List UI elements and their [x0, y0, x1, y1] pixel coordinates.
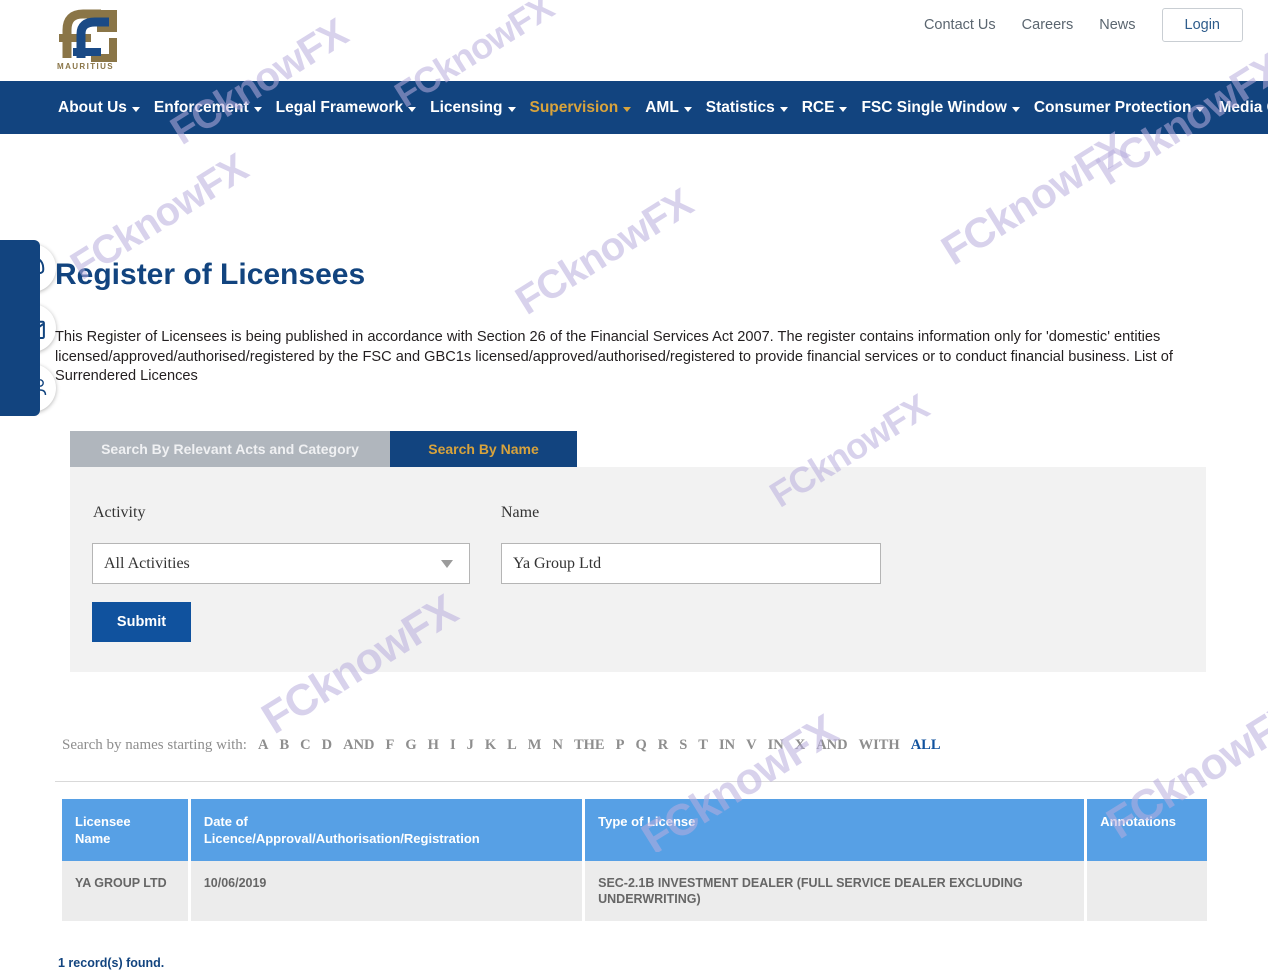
chevron-down-icon: [839, 107, 847, 112]
watermark-text: FCknowFX: [508, 181, 700, 324]
chevron-down-icon: [684, 107, 692, 112]
cell-annotations: [1087, 861, 1207, 921]
table-row[interactable]: YA GROUP LTD 10/06/2019 SEC-2.1B INVESTM…: [62, 861, 1207, 921]
nav-item-supervision[interactable]: Supervision: [530, 99, 632, 117]
tab-search-by-name[interactable]: Search By Name: [390, 431, 577, 467]
alpha-letter-g[interactable]: G: [405, 737, 416, 753]
top-link-careers[interactable]: Careers: [1022, 17, 1074, 33]
nav-item-label: Consumer Protection: [1034, 99, 1192, 117]
nav-item-legal-framework[interactable]: Legal Framework: [276, 99, 417, 117]
nav-item-about-us[interactable]: About Us: [58, 99, 140, 117]
intro-line-1: This Register of Licensees is being publ…: [55, 329, 1160, 345]
intro-paragraph: This Register of Licensees is being publ…: [55, 328, 1195, 387]
alpha-letter-c[interactable]: C: [300, 737, 310, 753]
alphabet-filter-label: Search by names starting with:: [62, 737, 247, 754]
nav-item-label: About Us: [58, 99, 127, 117]
intro-line-2: licensed/approved/authorised/registered …: [55, 349, 1130, 365]
activity-select[interactable]: All Activities: [92, 543, 470, 584]
cell-type-of-license: SEC-2.1B INVESTMENT DEALER (FULL SERVICE…: [585, 861, 1084, 921]
alpha-letter-q[interactable]: Q: [635, 737, 646, 753]
nav-item-label: Supervision: [530, 99, 619, 117]
alpha-letter-v[interactable]: V: [746, 737, 756, 753]
chevron-down-icon: [441, 560, 453, 568]
nav-item-aml[interactable]: AML: [645, 99, 692, 117]
watermark-text: FCknowFX: [933, 123, 1136, 274]
alpha-letter-and[interactable]: AND: [816, 737, 847, 753]
alpha-letter-d[interactable]: D: [322, 737, 332, 753]
alphabet-letters: ABCD AND FGHIJKLMN THE PQRST IN V IN X AND WITH: [258, 737, 911, 754]
nav-item-consumer-protection[interactable]: Consumer Protection: [1034, 99, 1205, 117]
chevron-down-icon: [254, 107, 262, 112]
alpha-letter-l[interactable]: L: [507, 737, 517, 753]
alpha-letter-a[interactable]: A: [258, 737, 268, 753]
activity-label: Activity: [93, 504, 145, 522]
chevron-down-icon: [623, 107, 631, 112]
nav-item-label: Legal Framework: [276, 99, 404, 117]
alpha-letter-k[interactable]: K: [485, 737, 496, 753]
alpha-letter-t[interactable]: T: [698, 737, 708, 753]
record-count: 1 record(s) found.: [58, 956, 164, 970]
alpha-letter-p[interactable]: P: [616, 737, 625, 753]
alpha-letter-and[interactable]: AND: [343, 737, 374, 753]
alpha-letter-b[interactable]: B: [279, 737, 289, 753]
alpha-letter-f[interactable]: F: [386, 737, 395, 753]
chevron-down-icon: [1012, 107, 1020, 112]
nav-item-enforcement[interactable]: Enforcement: [154, 99, 262, 117]
chevron-down-icon: [780, 107, 788, 112]
alpha-letter-in[interactable]: IN: [768, 737, 784, 753]
logo-caption: MAURITIUS: [57, 62, 114, 71]
nav-item-label: Statistics: [706, 99, 775, 117]
alpha-letter-i[interactable]: I: [450, 737, 456, 753]
nav-item-label: AML: [645, 99, 679, 117]
chevron-down-icon: [408, 107, 416, 112]
nav-item-fsc-single-window[interactable]: FSC Single Window: [861, 99, 1019, 117]
alpha-letter-with[interactable]: WITH: [859, 737, 900, 753]
alphabet-filter: Search by names starting with: ABCD AND FG…: [62, 737, 952, 754]
alpha-letter-the[interactable]: THE: [574, 737, 605, 753]
site-header: MAURITIUS Contact Us Careers News Login: [0, 0, 1268, 81]
nav-item-statistics[interactable]: Statistics: [706, 99, 788, 117]
alpha-letter-in[interactable]: IN: [719, 737, 735, 753]
divider: [55, 781, 1205, 782]
alpha-letter-all[interactable]: ALL: [911, 737, 941, 754]
alpha-letter-h[interactable]: H: [428, 737, 439, 753]
chevron-down-icon: [1196, 107, 1204, 112]
alpha-letter-j[interactable]: J: [467, 737, 474, 753]
alpha-letter-m[interactable]: M: [528, 737, 542, 753]
name-label: Name: [501, 504, 539, 522]
nav-item-media-corner[interactable]: Media Corner: [1218, 99, 1268, 117]
results-table: LicenseeName Date ofLicence/Approval/Aut…: [62, 799, 1207, 921]
nav-item-label: Licensing: [430, 99, 502, 117]
name-input[interactable]: [501, 543, 881, 584]
nav-item-label: FSC Single Window: [861, 99, 1006, 117]
activity-select-value: All Activities: [104, 555, 190, 573]
cell-licensee-name: YA GROUP LTD: [62, 861, 188, 921]
utility-nav: Contact Us Careers News Login: [924, 8, 1243, 42]
top-link-news[interactable]: News: [1099, 17, 1135, 33]
top-link-contact-us[interactable]: Contact Us: [924, 17, 996, 33]
nav-item-rce[interactable]: RCE: [802, 99, 848, 117]
alpha-letter-r[interactable]: R: [658, 737, 668, 753]
alpha-letter-x[interactable]: X: [795, 737, 805, 753]
chevron-down-icon: [132, 107, 140, 112]
fsc-logo-mark: [57, 8, 123, 64]
alpha-letter-s[interactable]: S: [679, 737, 687, 753]
page-title: Register of Licensees: [55, 258, 365, 292]
main-navigation: About Us Enforcement Legal Framework Licens…: [0, 81, 1268, 134]
search-tabs: Search By Relevant Acts and Category Sea…: [70, 431, 577, 467]
nav-item-label: Enforcement: [154, 99, 249, 117]
alpha-letter-n[interactable]: N: [552, 737, 562, 753]
cell-date: 10/06/2019: [191, 861, 582, 921]
nav-item-label: RCE: [802, 99, 835, 117]
nav-item-label: Media Corner: [1218, 99, 1268, 117]
tab-search-by-acts-category[interactable]: Search By Relevant Acts and Category: [70, 431, 390, 467]
left-social-rail: [0, 240, 40, 416]
submit-button[interactable]: Submit: [92, 602, 191, 642]
chevron-down-icon: [508, 107, 516, 112]
login-button[interactable]: Login: [1162, 8, 1243, 42]
nav-item-licensing[interactable]: Licensing: [430, 99, 515, 117]
